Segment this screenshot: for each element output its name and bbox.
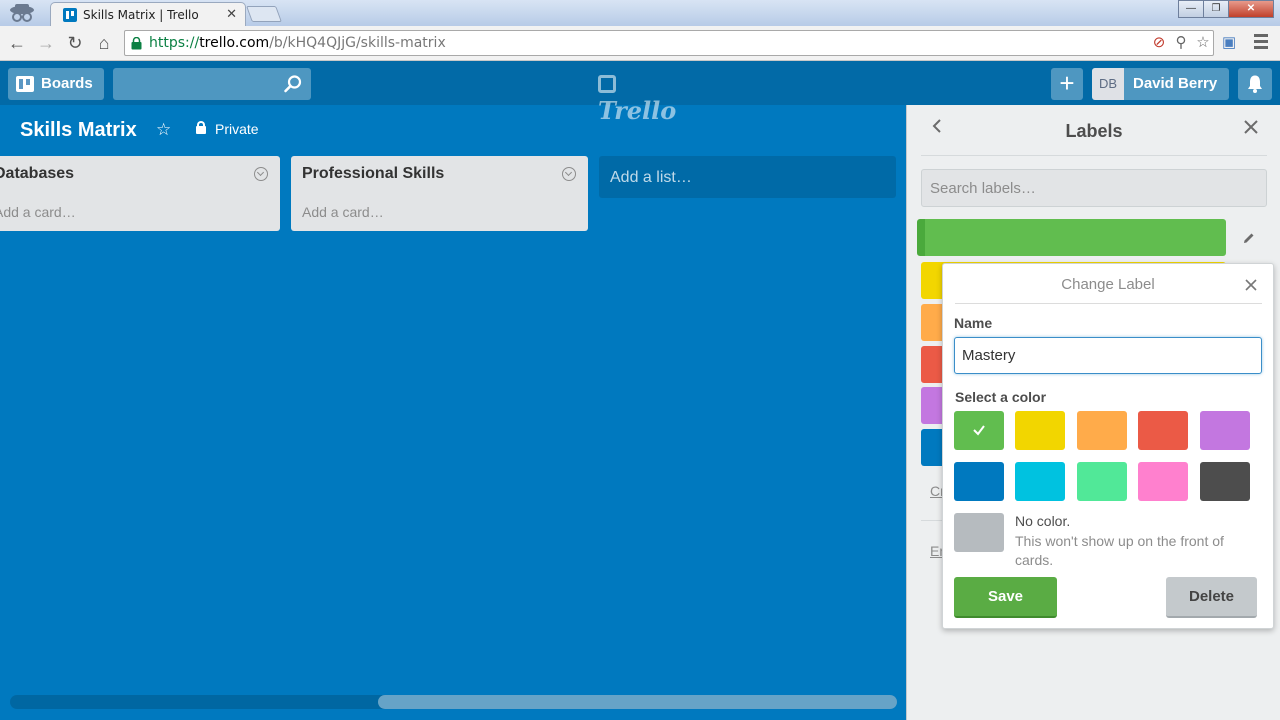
color-swatch-green[interactable]: [954, 411, 1004, 450]
add-card-link[interactable]: Add a card…: [0, 204, 76, 220]
list-title[interactable]: Professional Skills: [302, 165, 444, 183]
star-icon[interactable]: ☆: [156, 120, 171, 140]
no-color-title: No color.: [1015, 513, 1071, 529]
blocked-icon[interactable]: ⊘: [1151, 34, 1167, 52]
bookmark-star-icon[interactable]: ☆: [1195, 34, 1211, 52]
color-swatch-red[interactable]: [1138, 411, 1188, 450]
restore-button[interactable]: ❐: [1203, 0, 1229, 18]
list-databases: Databases Add a card…: [0, 156, 280, 231]
lock-icon: [196, 121, 206, 134]
new-tab-button[interactable]: [246, 6, 282, 22]
color-swatch-none[interactable]: [954, 513, 1004, 552]
browser-tab-active[interactable]: Skills Matrix | Trello ✕: [50, 2, 246, 26]
no-color-description: This won't show up on the front of cards…: [1015, 533, 1224, 568]
delete-button[interactable]: Delete: [1166, 577, 1257, 618]
popover-title: Change Label: [1061, 276, 1155, 293]
boards-label: Boards: [41, 75, 93, 92]
minimize-button[interactable]: —: [1178, 0, 1204, 18]
visibility-button[interactable]: Private: [196, 121, 259, 137]
browser-menu-icon[interactable]: [1254, 31, 1270, 53]
checkmark-icon: [973, 425, 985, 436]
notifications-button[interactable]: [1238, 68, 1272, 100]
avatar: DB: [1092, 68, 1124, 100]
scrollbar-thumb[interactable]: [378, 695, 897, 709]
color-swatch-purple[interactable]: [1200, 411, 1250, 450]
board-horizontal-scrollbar[interactable]: [10, 695, 897, 709]
extension-icon[interactable]: ▣: [1222, 33, 1240, 51]
color-swatch-orange[interactable]: [1077, 411, 1127, 450]
list-menu-icon[interactable]: [562, 167, 576, 181]
color-swatch-pink[interactable]: [1138, 462, 1188, 501]
close-icon[interactable]: [1243, 119, 1259, 135]
label-item-green[interactable]: [917, 219, 1226, 256]
forward-arrow-icon[interactable]: →: [34, 31, 58, 55]
address-bar[interactable]: https://trello.com/b/kHQ4QJjG/skills-mat…: [124, 30, 1214, 56]
trello-logo-icon: [598, 75, 616, 93]
create-button[interactable]: +: [1051, 68, 1083, 100]
color-swatch-blue[interactable]: [954, 462, 1004, 501]
trello-logo[interactable]: Trello: [598, 69, 688, 125]
sidebar-title: Labels: [1065, 121, 1123, 141]
url-text: https://trello.com/b/kHQ4QJjG/skills-mat…: [149, 35, 446, 51]
save-button[interactable]: Save: [954, 577, 1057, 618]
add-card-link[interactable]: Add a card…: [302, 204, 384, 220]
color-swatch-lime[interactable]: [1077, 462, 1127, 501]
add-list-button[interactable]: Add a list…: [599, 156, 896, 198]
browser-tabstrip: Skills Matrix | Trello ✕ — ❐ ✕: [0, 0, 1280, 26]
search-icon: [284, 75, 302, 93]
reload-icon[interactable]: ↻: [63, 31, 87, 55]
search-labels-input[interactable]: [921, 169, 1267, 207]
boards-icon: [16, 76, 34, 92]
color-swatch-yellow[interactable]: [1015, 411, 1065, 450]
member-name: David Berry: [1133, 75, 1218, 92]
zoom-icon[interactable]: ⚲: [1173, 34, 1189, 52]
divider: [955, 303, 1262, 304]
label-name-input[interactable]: [954, 337, 1262, 374]
header-search-input[interactable]: [113, 68, 311, 100]
close-icon[interactable]: [1245, 279, 1257, 291]
window-close-button[interactable]: ✕: [1228, 0, 1274, 18]
back-arrow-icon[interactable]: ←: [5, 31, 29, 55]
change-label-popover: Change Label Name Select a color No colo…: [942, 263, 1274, 629]
board-title[interactable]: Skills Matrix: [20, 119, 137, 142]
incognito-icon: [10, 4, 34, 22]
bell-icon: [1248, 75, 1262, 93]
home-icon[interactable]: ⌂: [92, 31, 116, 55]
list-title[interactable]: Databases: [0, 165, 74, 183]
secure-lock-icon: [131, 37, 142, 50]
browser-toolbar: ← → ↻ ⌂ https://trello.com/b/kHQ4QJjG/sk…: [0, 26, 1280, 61]
visibility-label: Private: [215, 121, 259, 137]
list-menu-icon[interactable]: [254, 167, 268, 181]
boards-button[interactable]: Boards: [8, 68, 104, 100]
name-label: Name: [954, 315, 993, 331]
pencil-icon[interactable]: [1243, 232, 1255, 244]
divider: [921, 155, 1267, 156]
trello-favicon-icon: [63, 8, 77, 22]
list-professional-skills: Professional Skills Add a card…: [291, 156, 588, 231]
color-swatch-sky[interactable]: [1015, 462, 1065, 501]
member-menu-button[interactable]: DB David Berry: [1092, 68, 1229, 100]
window-controls: — ❐ ✕: [1178, 0, 1274, 20]
tab-title: Skills Matrix | Trello: [83, 8, 199, 22]
app-header: Boards Trello + DB David Berry: [0, 61, 1280, 125]
color-swatch-black[interactable]: [1200, 462, 1250, 501]
select-color-label: Select a color: [955, 389, 1047, 405]
tab-close-icon[interactable]: ✕: [226, 6, 237, 22]
